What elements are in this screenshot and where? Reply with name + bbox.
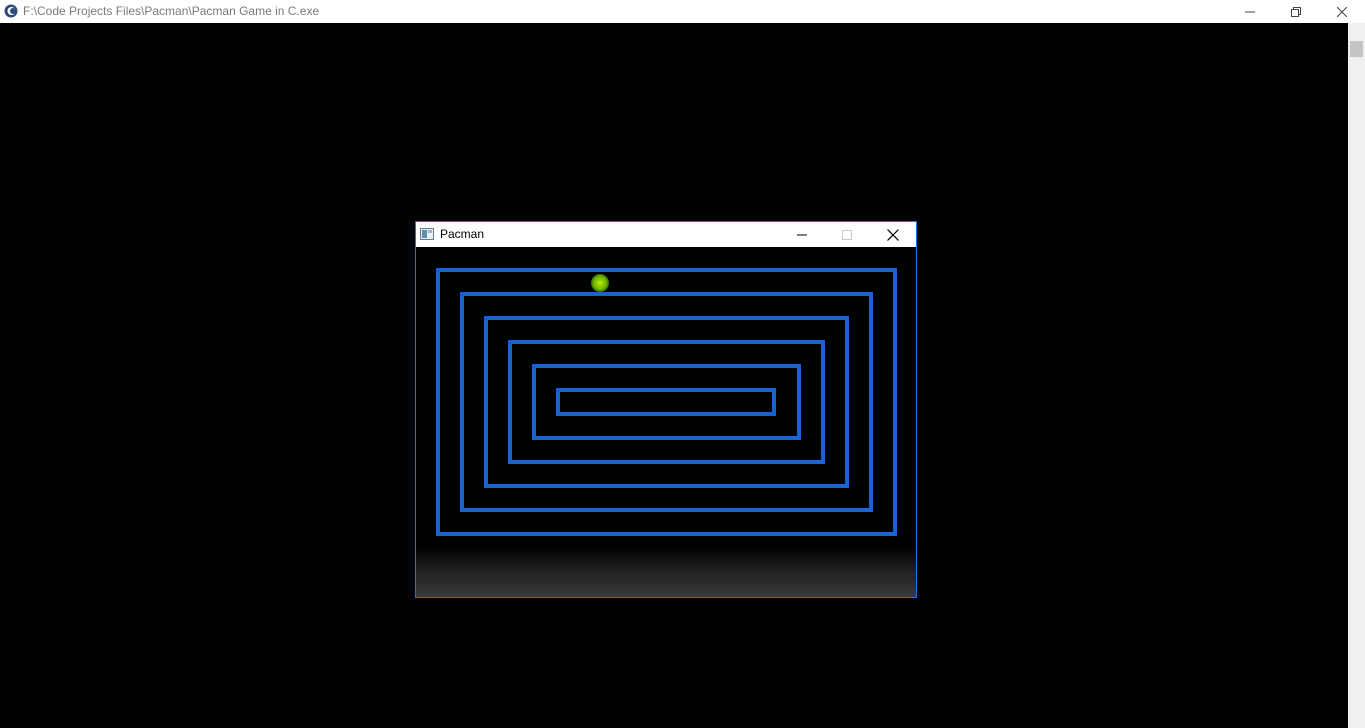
maze-wall-ring-1	[436, 268, 897, 536]
maze-wall-ring-6	[556, 388, 776, 416]
console-minimize-button[interactable]	[1227, 0, 1273, 23]
game-title-bar[interactable]: Pacman	[416, 222, 916, 247]
restore-icon	[1291, 6, 1301, 17]
console-close-button[interactable]	[1319, 0, 1365, 23]
pacman-game-window[interactable]: Pacman	[415, 221, 917, 598]
console-app-icon	[4, 4, 18, 18]
scroll-thumb[interactable]	[1350, 41, 1363, 57]
console-window-title: F:\Code Projects Files\Pacman\Pacman Gam…	[23, 4, 320, 18]
minimize-icon	[1245, 11, 1255, 12]
console-restore-button[interactable]	[1273, 0, 1319, 23]
close-icon	[1337, 6, 1347, 17]
scroll-up-button[interactable]	[1348, 23, 1365, 40]
window-app-icon	[420, 228, 434, 240]
game-maximize-button	[824, 222, 870, 247]
console-title-bar[interactable]: F:\Code Projects Files\Pacman\Pacman Gam…	[0, 0, 1365, 23]
minimize-icon	[797, 234, 807, 235]
game-minimize-button[interactable]	[779, 222, 825, 247]
maze-wall-ring-5	[532, 364, 801, 440]
vertical-scrollbar[interactable]	[1348, 23, 1365, 728]
maze	[436, 268, 897, 536]
game-canvas[interactable]	[416, 247, 916, 597]
close-icon	[887, 228, 899, 241]
game-close-button[interactable]	[870, 222, 916, 247]
maze-wall-ring-2	[460, 292, 873, 512]
maximize-icon	[842, 229, 852, 240]
game-window-title: Pacman	[440, 227, 485, 241]
pacman-player	[591, 274, 609, 292]
